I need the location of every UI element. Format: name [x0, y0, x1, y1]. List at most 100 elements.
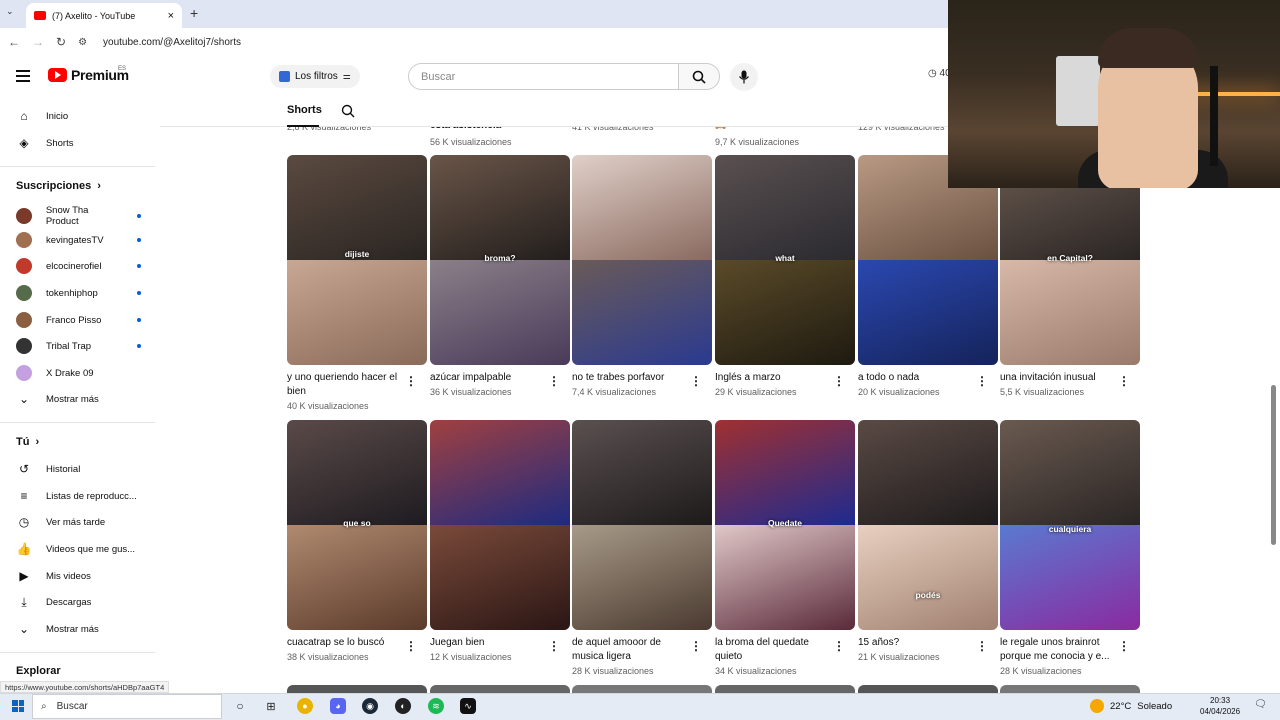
short-thumbnail[interactable]: broma? [430, 155, 570, 365]
browser-tab[interactable]: (7) Axelito - YouTube × [26, 3, 182, 28]
short-card[interactable]: dijiste y uno queriendo hacer el bien 40… [287, 155, 427, 411]
short-card[interactable]: cualquiera le regale unos brainrot porqu… [1000, 420, 1140, 676]
sidebar-sub-item[interactable]: kevingatesTV [16, 232, 141, 248]
short-thumbnail-partial[interactable] [858, 685, 998, 693]
sidebar-sub-item[interactable]: tokenhiphop [16, 285, 141, 301]
notifications-icon[interactable]: 🗨 [1254, 699, 1267, 710]
show-more-subs[interactable]: ⌄ Mostrar más [16, 392, 141, 406]
spotify-icon[interactable]: ≋ [428, 698, 444, 714]
short-card[interactable]: broma? azúcar impalpable 36 K visualizac… [430, 155, 570, 397]
app-icon[interactable]: ∿ [460, 698, 476, 714]
sidebar-sub-item[interactable]: X Drake 09 [16, 365, 141, 381]
short-title[interactable]: azúcar impalpable [430, 371, 548, 385]
sidebar-sub-item[interactable]: Snow Tha Product [16, 205, 141, 227]
close-tab-icon[interactable]: × [168, 10, 174, 22]
more-vert-icon[interactable]: ⋮ [976, 639, 988, 653]
short-thumbnail[interactable] [572, 155, 712, 365]
search-button[interactable] [678, 63, 720, 90]
task-view-icon[interactable]: ○ [232, 698, 248, 714]
more-vert-icon[interactable]: ⋮ [833, 374, 845, 388]
search-input[interactable]: Buscar [408, 63, 679, 90]
menu-icon[interactable] [16, 70, 30, 82]
obs-icon[interactable]: ◐ [395, 698, 411, 714]
widgets-icon[interactable]: ⊞ [263, 698, 279, 714]
tab-shorts[interactable]: Shorts [287, 104, 322, 116]
short-thumbnail[interactable] [572, 420, 712, 630]
discord-icon[interactable]: ◕ [330, 698, 346, 714]
short-title[interactable]: de aquel amooor de musica ligera [572, 636, 690, 664]
short-card[interactable]: que so cuacatrap se lo buscó 38 K visual… [287, 420, 427, 662]
short-thumbnail[interactable] [430, 420, 570, 630]
short-thumbnail[interactable]: cualquiera [1000, 420, 1140, 630]
filters-chip[interactable]: Los filtros ⚌ [270, 65, 360, 88]
more-vert-icon[interactable]: ⋮ [1118, 374, 1130, 388]
short-card[interactable]: de aquel amooor de musica ligera 28 K vi… [572, 420, 712, 676]
short-title[interactable]: Juegan bien [430, 636, 548, 650]
short-thumbnail[interactable]: que so [287, 420, 427, 630]
short-thumbnail[interactable]: dijiste [287, 155, 427, 365]
sidebar-sub-item[interactable]: Tribal Trap [16, 338, 141, 354]
sidebar-item-home[interactable]: ⌂ Inicio [16, 109, 141, 123]
sidebar-item-downloads[interactable]: ⤓ Descargas [16, 595, 141, 610]
subscriptions-heading[interactable]: Suscripciones › [16, 180, 101, 192]
more-vert-icon[interactable]: ⋮ [405, 639, 417, 653]
short-title[interactable]: Inglés a marzo [715, 371, 833, 385]
more-vert-icon[interactable]: ⋮ [405, 374, 417, 388]
reload-icon[interactable]: ↻ [56, 35, 66, 49]
steam-icon[interactable]: ◉ [362, 698, 378, 714]
system-clock[interactable]: 20:33 04/04/2026 [1200, 695, 1240, 717]
short-thumbnail-partial[interactable] [1000, 685, 1140, 693]
show-more-you[interactable]: ⌄ Mostrar más [16, 622, 141, 636]
youtube-logo[interactable]: Premium [48, 67, 129, 83]
sidebar-item-my-videos[interactable]: ▶ Mis videos [16, 569, 141, 583]
short-title[interactable]: le regale unos brainrot porque me conoci… [1000, 636, 1118, 664]
chrome-icon[interactable]: ● [297, 698, 313, 714]
new-tab-icon[interactable]: + [190, 5, 198, 21]
more-vert-icon[interactable]: ⋮ [548, 374, 560, 388]
short-card[interactable]: what Inglés a marzo 29 K visualizaciones… [715, 155, 855, 397]
short-card[interactable]: no te trabes porfavor 7,4 K visualizacio… [572, 155, 712, 397]
short-title[interactable]: a todo o nada [858, 371, 976, 385]
sidebar-item-history[interactable]: ↺ Historial [16, 462, 141, 476]
you-heading[interactable]: Tú › [16, 436, 39, 448]
more-vert-icon[interactable]: ⋮ [690, 639, 702, 653]
site-info-icon[interactable]: ⚙ [78, 37, 87, 48]
short-title[interactable]: una invitación inusual [1000, 371, 1118, 385]
short-title[interactable]: la broma del quedate quieto [715, 636, 833, 664]
short-thumbnail[interactable]: what [715, 155, 855, 365]
sidebar-sub-item[interactable]: elcocinerofiel [16, 258, 141, 274]
short-card[interactable]: podés 15 años? 21 K visualizaciones ⋮ [858, 420, 998, 662]
page-scrollbar[interactable] [1271, 385, 1276, 545]
more-vert-icon[interactable]: ⋮ [548, 639, 560, 653]
short-thumbnail[interactable]: podés [858, 420, 998, 630]
sidebar-item-playlists[interactable]: ≡ Listas de reproducc... [16, 489, 141, 503]
short-card[interactable]: a todo o nada 20 K visualizaciones ⋮ [858, 155, 998, 397]
taskbar-search[interactable]: ⌕ Buscar [32, 694, 222, 719]
sidebar-item-liked[interactable]: 👍 Videos que me gus... [16, 542, 141, 556]
address-bar[interactable]: youtube.com/@Axelitoj7/shorts [103, 37, 241, 48]
short-title[interactable]: y uno queriendo hacer el bien [287, 371, 405, 399]
short-card[interactable]: Juegan bien 12 K visualizaciones ⋮ [430, 420, 570, 662]
windows-start-icon[interactable] [12, 700, 24, 712]
short-card[interactable]: Quedate la broma del quedate quieto 34 K… [715, 420, 855, 676]
short-thumbnail-partial[interactable] [430, 685, 570, 693]
weather-widget[interactable]: 22°C Soleado [1090, 699, 1172, 713]
short-title[interactable]: no te trabes porfavor [572, 371, 690, 385]
short-thumbnail-partial[interactable] [572, 685, 712, 693]
more-vert-icon[interactable]: ⋮ [833, 639, 845, 653]
forward-icon[interactable]: → [32, 35, 44, 49]
sidebar-item-watch-later[interactable]: ◷ Ver más tarde [16, 515, 141, 529]
more-vert-icon[interactable]: ⋮ [1118, 639, 1130, 653]
short-card[interactable]: en Capital? una invitación inusual 5,5 K… [1000, 155, 1140, 397]
channel-search-icon[interactable] [341, 104, 355, 123]
sidebar-sub-item[interactable]: Franco Pisso [16, 312, 141, 328]
sidebar-item-shorts[interactable]: ◈ Shorts [16, 136, 141, 150]
short-title[interactable]: cuacatrap se lo buscó [287, 636, 405, 650]
more-vert-icon[interactable]: ⋮ [690, 374, 702, 388]
short-title[interactable]: 15 años? [858, 636, 976, 650]
short-thumbnail[interactable]: Quedate [715, 420, 855, 630]
more-vert-icon[interactable]: ⋮ [976, 374, 988, 388]
voice-search-button[interactable] [730, 63, 758, 91]
back-icon[interactable]: ← [8, 35, 20, 49]
short-thumbnail-partial[interactable] [287, 685, 427, 693]
